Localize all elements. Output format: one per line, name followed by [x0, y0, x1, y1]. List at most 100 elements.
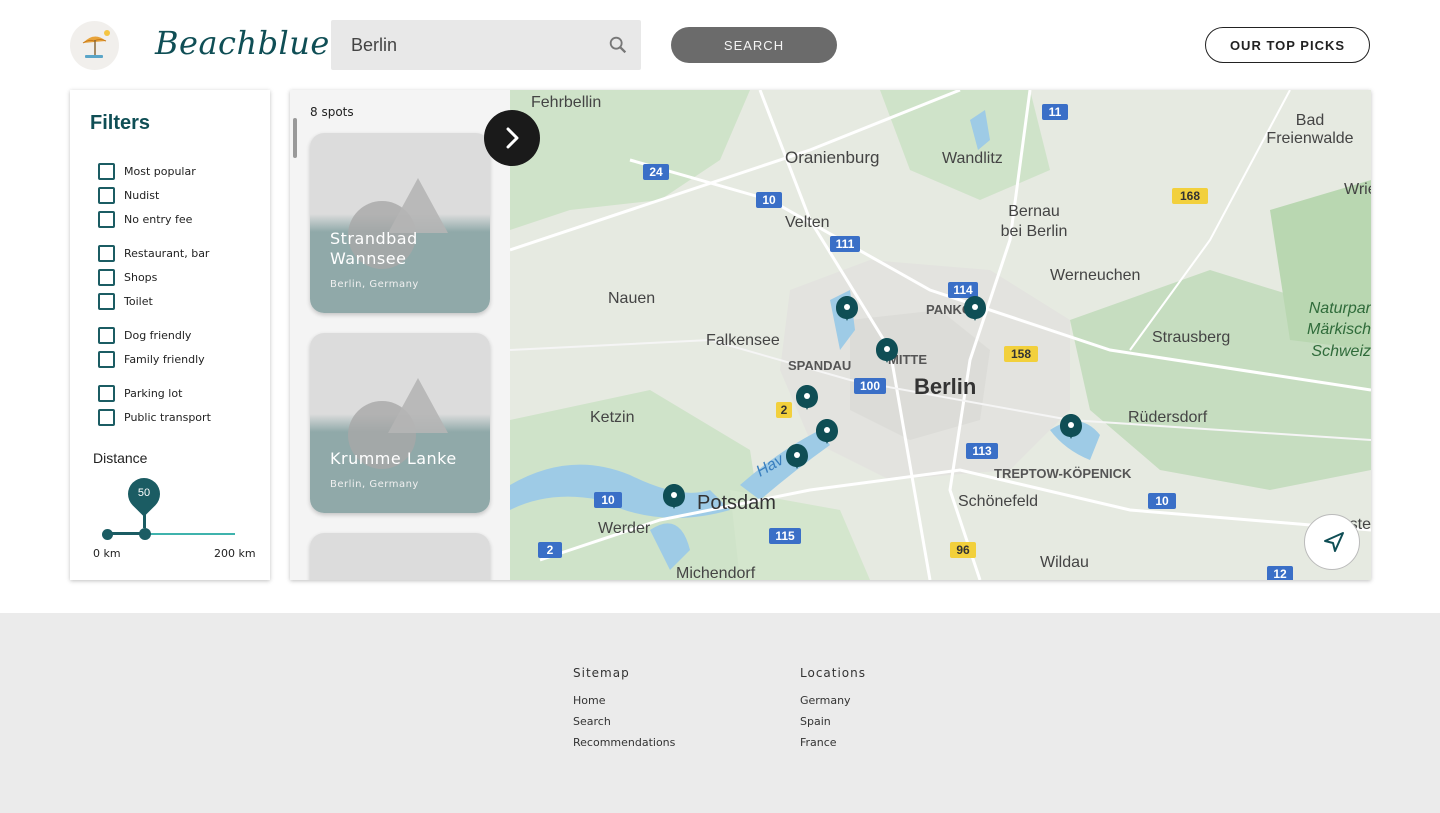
distance-min-label: 0 km: [93, 547, 121, 560]
filter-label: Most popular: [124, 164, 196, 178]
svg-text:113: 113: [972, 444, 992, 458]
slider-start-dot: [102, 529, 113, 540]
distance-label: Distance: [93, 450, 148, 466]
search-box: [331, 20, 641, 70]
checkbox[interactable]: [98, 210, 115, 228]
navigation-arrow-icon: [1324, 532, 1344, 552]
svg-text:12: 12: [1273, 567, 1287, 580]
header: Beachblue SEARCH OUR TOP PICKS: [0, 0, 1440, 90]
svg-text:Michendorf: Michendorf: [676, 565, 756, 580]
filter-label: Nudist: [124, 188, 160, 202]
svg-text:168: 168: [1180, 189, 1200, 203]
filter-label: Restaurant, bar: [124, 246, 210, 260]
beach-card[interactable]: Strandbad Wannsee Berlin, Germany: [310, 133, 490, 313]
filter-public-transport[interactable]: Public transport: [98, 408, 211, 426]
svg-text:Naturpar: Naturpar: [1309, 300, 1371, 317]
brand-name[interactable]: Beachblue: [155, 24, 330, 62]
search-input[interactable]: [351, 20, 601, 70]
filter-label: Shops: [124, 270, 158, 284]
distance-slider-thumb[interactable]: [139, 528, 151, 540]
search-icon[interactable]: [607, 34, 629, 56]
footer-link-france[interactable]: France: [800, 736, 866, 749]
svg-text:115: 115: [775, 529, 795, 543]
filter-label: Parking lot: [124, 386, 183, 400]
beach-card[interactable]: [310, 533, 490, 580]
footer-link-search[interactable]: Search: [573, 715, 675, 728]
footer-locations: Locations Germany Spain France: [800, 666, 866, 757]
footer-link-recommendations[interactable]: Recommendations: [573, 736, 675, 749]
svg-text:Freienwalde: Freienwalde: [1266, 130, 1353, 147]
footer-link-spain[interactable]: Spain: [800, 715, 866, 728]
svg-text:Märkisch: Märkisch: [1307, 321, 1371, 338]
checkbox[interactable]: [98, 384, 115, 402]
filter-parking-lot[interactable]: Parking lot: [98, 384, 182, 402]
svg-text:Fehrbellin: Fehrbellin: [531, 94, 601, 111]
footer-heading: Locations: [800, 666, 867, 680]
footer-link-home[interactable]: Home: [573, 694, 675, 707]
beach-card[interactable]: Krumme Lanke Berlin, Germany: [310, 333, 490, 513]
filter-nudist[interactable]: Nudist: [98, 186, 159, 204]
spots-count: 8 spots: [310, 105, 354, 119]
card-subtitle: Berlin, Germany: [330, 279, 419, 290]
svg-text:Werder: Werder: [598, 520, 651, 537]
svg-text:96: 96: [956, 543, 970, 557]
svg-text:bei Berlin: bei Berlin: [1001, 223, 1068, 240]
svg-text:TREPTOW-KÖPENICK: TREPTOW-KÖPENICK: [994, 466, 1132, 481]
filter-label: Toilet: [124, 294, 153, 308]
checkbox[interactable]: [98, 186, 115, 204]
svg-text:100: 100: [860, 379, 880, 393]
svg-text:10: 10: [1155, 494, 1169, 508]
filter-restaurant-bar[interactable]: Restaurant, bar: [98, 244, 209, 262]
svg-text:114: 114: [953, 283, 973, 297]
checkbox[interactable]: [98, 268, 115, 286]
checkbox[interactable]: [98, 408, 115, 426]
svg-text:Bernau: Bernau: [1008, 203, 1060, 220]
filters-panel: Filters Most popular Nudist No entry fee…: [70, 90, 270, 580]
svg-text:SPANDAU: SPANDAU: [788, 358, 851, 373]
slider-value: 50: [137, 487, 151, 499]
top-picks-button[interactable]: OUR TOP PICKS: [1205, 27, 1370, 63]
svg-text:Schweiz: Schweiz: [1311, 343, 1371, 360]
checkbox[interactable]: [98, 162, 115, 180]
expand-map-button[interactable]: [484, 110, 540, 166]
svg-text:Wandlitz: Wandlitz: [942, 150, 1003, 167]
svg-text:Werneuchen: Werneuchen: [1050, 267, 1140, 284]
svg-text:Ketzin: Ketzin: [590, 409, 634, 426]
svg-text:Rüdersdorf: Rüdersdorf: [1128, 409, 1208, 426]
svg-text:2: 2: [547, 543, 554, 557]
svg-text:Potsdam: Potsdam: [697, 492, 776, 514]
svg-text:Wriez: Wriez: [1344, 181, 1371, 198]
results-panel: 8 spots Strandbad Wannsee Berlin, German…: [290, 90, 1371, 580]
svg-text:10: 10: [601, 493, 615, 507]
svg-text:Bad: Bad: [1296, 112, 1324, 129]
svg-text:2: 2: [781, 403, 788, 417]
filter-label: No entry fee: [124, 212, 193, 226]
my-location-button[interactable]: [1304, 514, 1360, 570]
checkbox[interactable]: [98, 244, 115, 262]
chevron-right-icon: [506, 127, 519, 149]
filter-toilet[interactable]: Toilet: [98, 292, 153, 310]
svg-text:111: 111: [836, 237, 855, 251]
svg-text:24: 24: [649, 165, 663, 179]
filter-no-entry-fee[interactable]: No entry fee: [98, 210, 192, 228]
map[interactable]: 11 24 10 168 111 114 158 100 2 113 10 10…: [510, 90, 1371, 580]
card-subtitle: Berlin, Germany: [330, 479, 419, 490]
filter-label: Dog friendly: [124, 328, 192, 342]
footer-sitemap: Sitemap Home Search Recommendations: [573, 666, 675, 757]
logo[interactable]: [70, 21, 119, 70]
filter-most-popular[interactable]: Most popular: [98, 162, 196, 180]
checkbox[interactable]: [98, 350, 115, 368]
search-button[interactable]: SEARCH: [671, 27, 837, 63]
map-canvas: 11 24 10 168 111 114 158 100 2 113 10 10…: [510, 90, 1371, 580]
footer: Sitemap Home Search Recommendations Loca…: [0, 613, 1440, 813]
footer-heading: Sitemap: [573, 666, 630, 680]
filter-dog-friendly[interactable]: Dog friendly: [98, 326, 191, 344]
footer-link-germany[interactable]: Germany: [800, 694, 866, 707]
results-scrollbar[interactable]: [293, 118, 297, 158]
checkbox[interactable]: [98, 292, 115, 310]
filter-label: Public transport: [124, 410, 211, 424]
filter-family-friendly[interactable]: Family friendly: [98, 350, 205, 368]
checkbox[interactable]: [98, 326, 115, 344]
filter-shops[interactable]: Shops: [98, 268, 157, 286]
svg-text:Schönefeld: Schönefeld: [958, 493, 1038, 510]
